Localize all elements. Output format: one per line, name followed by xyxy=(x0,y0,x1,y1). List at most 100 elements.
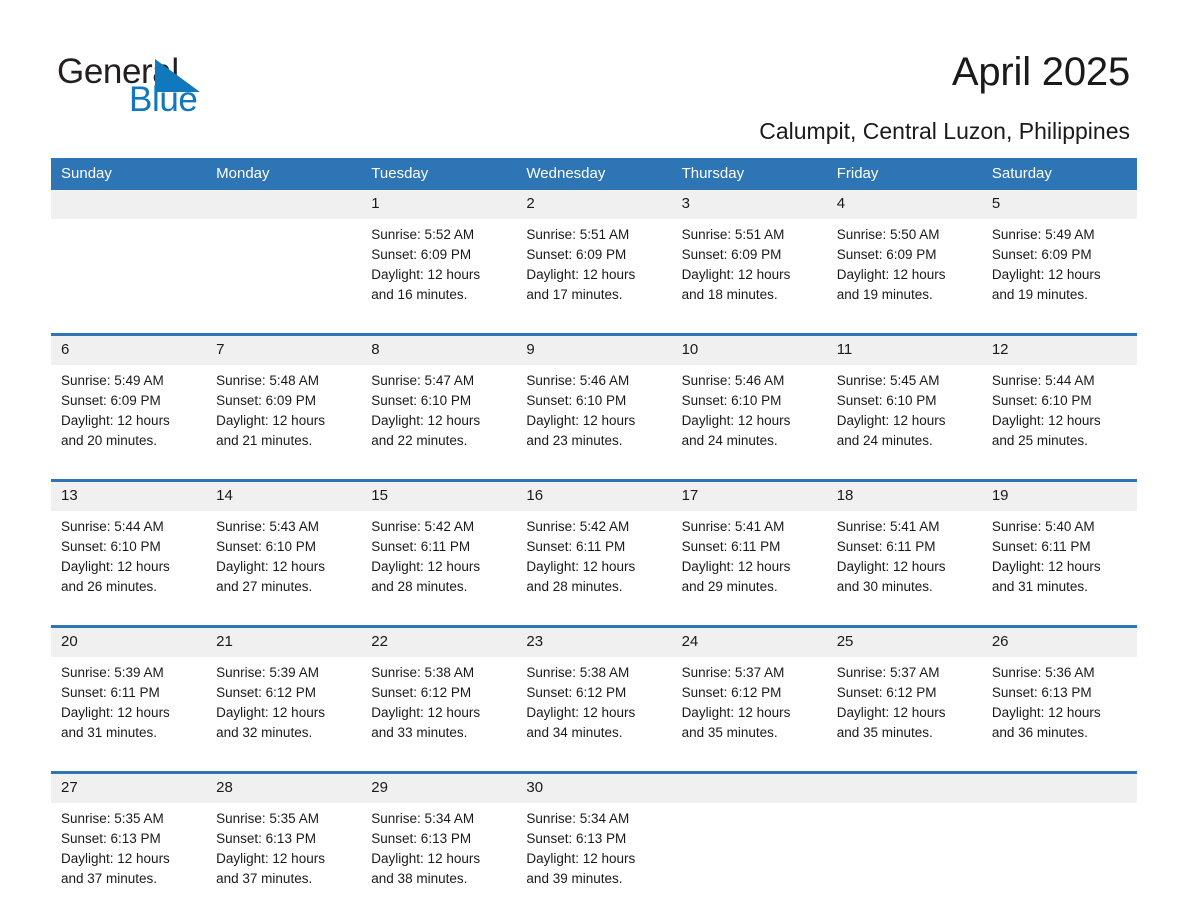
daylight-text-line1: Daylight: 12 hours xyxy=(681,705,791,720)
sunset-text: Sunset: 6:13 PM xyxy=(526,831,627,846)
weekday-header-thursday: Thursday xyxy=(671,158,827,190)
daylight-text-line2: and 18 minutes. xyxy=(681,287,778,302)
sunrise-text: Sunrise: 5:42 AM xyxy=(526,519,630,534)
day-number[interactable]: 9 xyxy=(516,333,672,365)
day-number[interactable]: 30 xyxy=(516,771,672,803)
day-cell[interactable]: Sunrise: 5:42 AM Sunset: 6:11 PM Dayligh… xyxy=(516,511,672,627)
day-cell[interactable] xyxy=(826,803,982,917)
day-cell[interactable]: Sunrise: 5:44 AM Sunset: 6:10 PM Dayligh… xyxy=(51,511,207,627)
day-number[interactable]: 28 xyxy=(206,771,362,803)
day-number[interactable]: 27 xyxy=(51,771,207,803)
day-number[interactable]: 7 xyxy=(206,333,362,365)
day-cell[interactable]: Sunrise: 5:51 AM Sunset: 6:09 PM Dayligh… xyxy=(516,219,672,335)
day-number[interactable] xyxy=(206,190,362,219)
day-number[interactable]: 5 xyxy=(981,190,1137,219)
day-number[interactable]: 8 xyxy=(361,333,517,365)
day-number[interactable]: 29 xyxy=(361,771,517,803)
sunset-text: Sunset: 6:10 PM xyxy=(216,539,316,554)
day-cell[interactable]: Sunrise: 5:39 AM Sunset: 6:12 PM Dayligh… xyxy=(206,657,362,773)
day-number[interactable]: 2 xyxy=(516,190,672,219)
day-cell[interactable]: Sunrise: 5:45 AM Sunset: 6:10 PM Dayligh… xyxy=(826,365,982,481)
day-number[interactable]: 10 xyxy=(671,333,827,365)
day-cell[interactable]: Sunrise: 5:38 AM Sunset: 6:12 PM Dayligh… xyxy=(361,657,517,773)
day-cell[interactable]: Sunrise: 5:38 AM Sunset: 6:12 PM Dayligh… xyxy=(516,657,672,773)
day-number[interactable]: 24 xyxy=(671,625,827,657)
day-cell[interactable]: Sunrise: 5:35 AM Sunset: 6:13 PM Dayligh… xyxy=(206,803,362,917)
daylight-text-line2: and 36 minutes. xyxy=(991,725,1088,740)
day-number[interactable]: 23 xyxy=(516,625,672,657)
day-cell[interactable]: Sunrise: 5:52 AM Sunset: 6:09 PM Dayligh… xyxy=(361,219,517,335)
daylight-text-line1: Daylight: 12 hours xyxy=(61,413,170,428)
calendar-header-row: Sunday Monday Tuesday Wednesday Thursday… xyxy=(51,158,1137,190)
daylight-text-line1: Daylight: 12 hours xyxy=(991,559,1101,574)
day-cell[interactable]: Sunrise: 5:37 AM Sunset: 6:12 PM Dayligh… xyxy=(671,657,827,773)
day-number[interactable]: 15 xyxy=(361,479,517,511)
day-number[interactable]: 16 xyxy=(516,479,672,511)
day-cell[interactable]: Sunrise: 5:46 AM Sunset: 6:10 PM Dayligh… xyxy=(671,365,827,481)
day-cell[interactable]: Sunrise: 5:47 AM Sunset: 6:10 PM Dayligh… xyxy=(361,365,517,481)
day-number[interactable] xyxy=(51,190,207,219)
day-number[interactable]: 19 xyxy=(981,479,1137,511)
day-number[interactable]: 26 xyxy=(981,625,1137,657)
day-cell[interactable]: Sunrise: 5:41 AM Sunset: 6:11 PM Dayligh… xyxy=(826,511,982,627)
day-cell[interactable]: Sunrise: 5:34 AM Sunset: 6:13 PM Dayligh… xyxy=(516,803,672,917)
daylight-text-line2: and 31 minutes. xyxy=(991,579,1088,594)
daylight-text-line2: and 30 minutes. xyxy=(836,579,933,594)
day-cell[interactable] xyxy=(206,219,362,335)
day-cell[interactable]: Sunrise: 5:41 AM Sunset: 6:11 PM Dayligh… xyxy=(671,511,827,627)
day-cell[interactable]: Sunrise: 5:48 AM Sunset: 6:09 PM Dayligh… xyxy=(206,365,362,481)
day-cell[interactable] xyxy=(981,803,1137,917)
sunset-text: Sunset: 6:09 PM xyxy=(371,247,472,262)
sunrise-text: Sunrise: 5:39 AM xyxy=(61,665,164,680)
sunset-text: Sunset: 6:10 PM xyxy=(681,393,782,408)
day-number[interactable]: 22 xyxy=(361,625,517,657)
sunrise-text: Sunrise: 5:49 AM xyxy=(61,373,164,388)
general-blue-logo[interactable]: General Blue xyxy=(57,52,287,122)
day-cell[interactable]: Sunrise: 5:36 AM Sunset: 6:13 PM Dayligh… xyxy=(981,657,1137,773)
day-cell[interactable]: Sunrise: 5:37 AM Sunset: 6:12 PM Dayligh… xyxy=(826,657,982,773)
daylight-text-line1: Daylight: 12 hours xyxy=(216,413,325,428)
day-cell[interactable]: Sunrise: 5:34 AM Sunset: 6:13 PM Dayligh… xyxy=(361,803,517,917)
day-number[interactable]: 1 xyxy=(361,190,517,219)
daylight-text-line2: and 32 minutes. xyxy=(216,725,313,740)
day-cell[interactable] xyxy=(51,219,207,335)
day-cell[interactable]: Sunrise: 5:40 AM Sunset: 6:11 PM Dayligh… xyxy=(981,511,1137,627)
day-cell[interactable]: Sunrise: 5:50 AM Sunset: 6:09 PM Dayligh… xyxy=(826,219,982,335)
weekday-header-monday: Monday xyxy=(206,158,362,190)
day-number[interactable]: 21 xyxy=(206,625,362,657)
day-cell[interactable]: Sunrise: 5:42 AM Sunset: 6:11 PM Dayligh… xyxy=(361,511,517,627)
day-number[interactable]: 4 xyxy=(826,190,982,219)
sunrise-text: Sunrise: 5:52 AM xyxy=(371,227,475,242)
day-number[interactable]: 25 xyxy=(826,625,982,657)
day-cell[interactable]: Sunrise: 5:49 AM Sunset: 6:09 PM Dayligh… xyxy=(981,219,1137,335)
daylight-text-line1: Daylight: 12 hours xyxy=(61,559,170,574)
day-cell[interactable]: Sunrise: 5:51 AM Sunset: 6:09 PM Dayligh… xyxy=(671,219,827,335)
day-number[interactable]: 12 xyxy=(981,333,1137,365)
week-5-daynum-row: 27 28 29 30 xyxy=(51,771,1137,803)
day-number[interactable]: 3 xyxy=(671,190,827,219)
sunrise-text: Sunrise: 5:48 AM xyxy=(216,373,319,388)
day-number[interactable]: 14 xyxy=(206,479,362,511)
day-number[interactable]: 17 xyxy=(671,479,827,511)
sunset-text: Sunset: 6:11 PM xyxy=(526,539,626,554)
day-number[interactable]: 13 xyxy=(51,479,207,511)
day-number[interactable] xyxy=(671,771,827,803)
day-number[interactable]: 20 xyxy=(51,625,207,657)
day-number[interactable] xyxy=(981,771,1137,803)
day-number[interactable] xyxy=(826,771,982,803)
day-cell[interactable]: Sunrise: 5:49 AM Sunset: 6:09 PM Dayligh… xyxy=(51,365,207,481)
day-cell[interactable]: Sunrise: 5:39 AM Sunset: 6:11 PM Dayligh… xyxy=(51,657,207,773)
sunset-text: Sunset: 6:12 PM xyxy=(526,685,627,700)
day-number[interactable]: 11 xyxy=(826,333,982,365)
day-cell[interactable]: Sunrise: 5:44 AM Sunset: 6:10 PM Dayligh… xyxy=(981,365,1137,481)
daylight-text-line1: Daylight: 12 hours xyxy=(216,851,325,866)
day-cell[interactable]: Sunrise: 5:43 AM Sunset: 6:10 PM Dayligh… xyxy=(206,511,362,627)
sunrise-text: Sunrise: 5:45 AM xyxy=(836,373,940,388)
week-2-info-row: Sunrise: 5:49 AM Sunset: 6:09 PM Dayligh… xyxy=(51,365,1137,481)
daylight-text-line1: Daylight: 12 hours xyxy=(371,413,481,428)
day-cell[interactable]: Sunrise: 5:35 AM Sunset: 6:13 PM Dayligh… xyxy=(51,803,207,917)
day-cell[interactable] xyxy=(671,803,827,917)
day-number[interactable]: 6 xyxy=(51,333,207,365)
day-number[interactable]: 18 xyxy=(826,479,982,511)
day-cell[interactable]: Sunrise: 5:46 AM Sunset: 6:10 PM Dayligh… xyxy=(516,365,672,481)
